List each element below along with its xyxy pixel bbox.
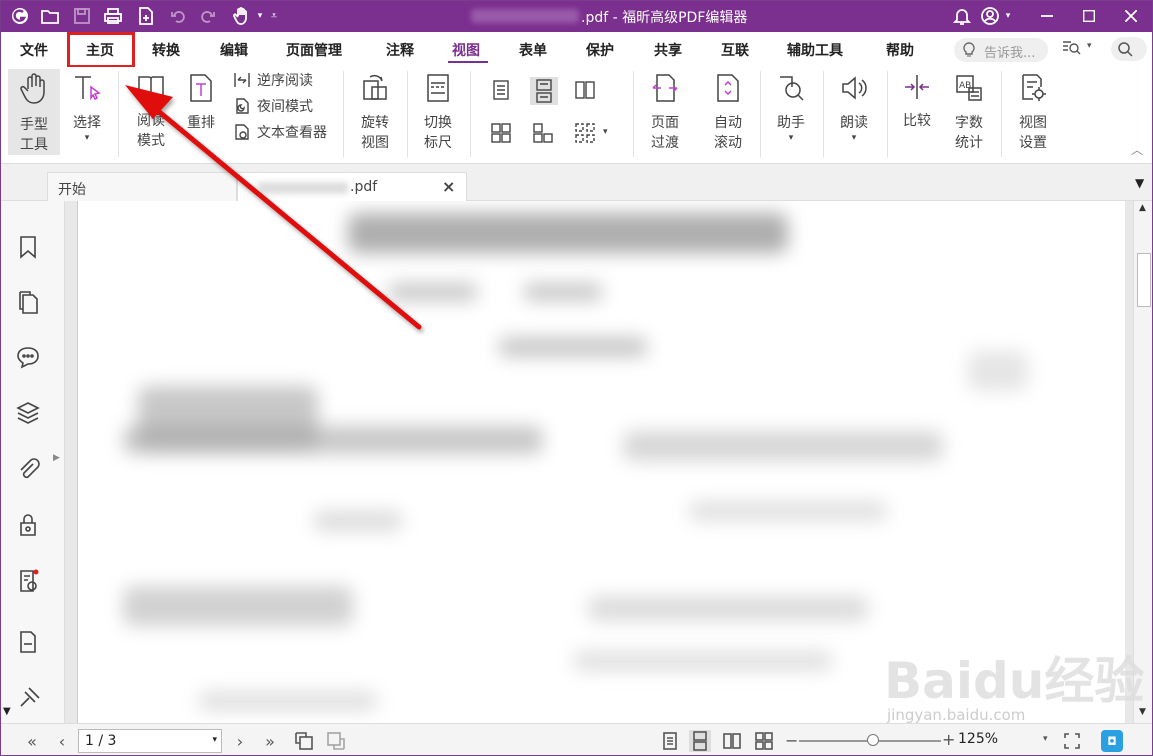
first-page-icon[interactable]: « <box>21 730 43 752</box>
page-number-input[interactable]: 1 / 3 ▾ <box>78 729 222 753</box>
status-facing-icon[interactable] <box>721 730 743 752</box>
status-continuous-facing-icon[interactable] <box>753 730 775 752</box>
next-view-icon[interactable] <box>325 730 347 752</box>
zoom-dropdown-icon[interactable]: ▾ <box>1043 734 1048 744</box>
previous-page-icon[interactable]: ‹ <box>51 730 73 752</box>
zoom-in-icon[interactable]: + <box>942 730 955 749</box>
baidu-watermark: Baidu经验 <box>884 652 1145 710</box>
status-bar: « ‹ 1 / 3 ▾ › » − + 125% ▾ ◘ <box>1 723 1152 755</box>
previous-view-icon[interactable] <box>293 730 315 752</box>
baidu-watermark-url: jingyan.baidu.com <box>887 706 1026 724</box>
page-number-value: 1 / 3 <box>85 733 117 749</box>
zoom-slider-thumb[interactable] <box>867 734 879 746</box>
next-page-icon[interactable]: › <box>229 730 251 752</box>
page-dropdown-icon[interactable]: ▾ <box>212 735 217 745</box>
last-page-icon[interactable]: » <box>259 730 281 752</box>
feedback-chat-icon[interactable]: ◘ <box>1101 730 1123 752</box>
status-continuous-icon[interactable] <box>689 730 711 752</box>
zoom-level[interactable]: 125% <box>958 731 998 747</box>
zoom-out-icon[interactable]: − <box>785 731 798 750</box>
fullscreen-icon[interactable] <box>1061 730 1083 752</box>
status-single-page-icon[interactable] <box>659 730 681 752</box>
app-window: ▾ ⩡ .pdf - 福昕高级PDF编辑器 ▾ 文件 主页 转换 编辑 页面管理… <box>0 0 1153 756</box>
